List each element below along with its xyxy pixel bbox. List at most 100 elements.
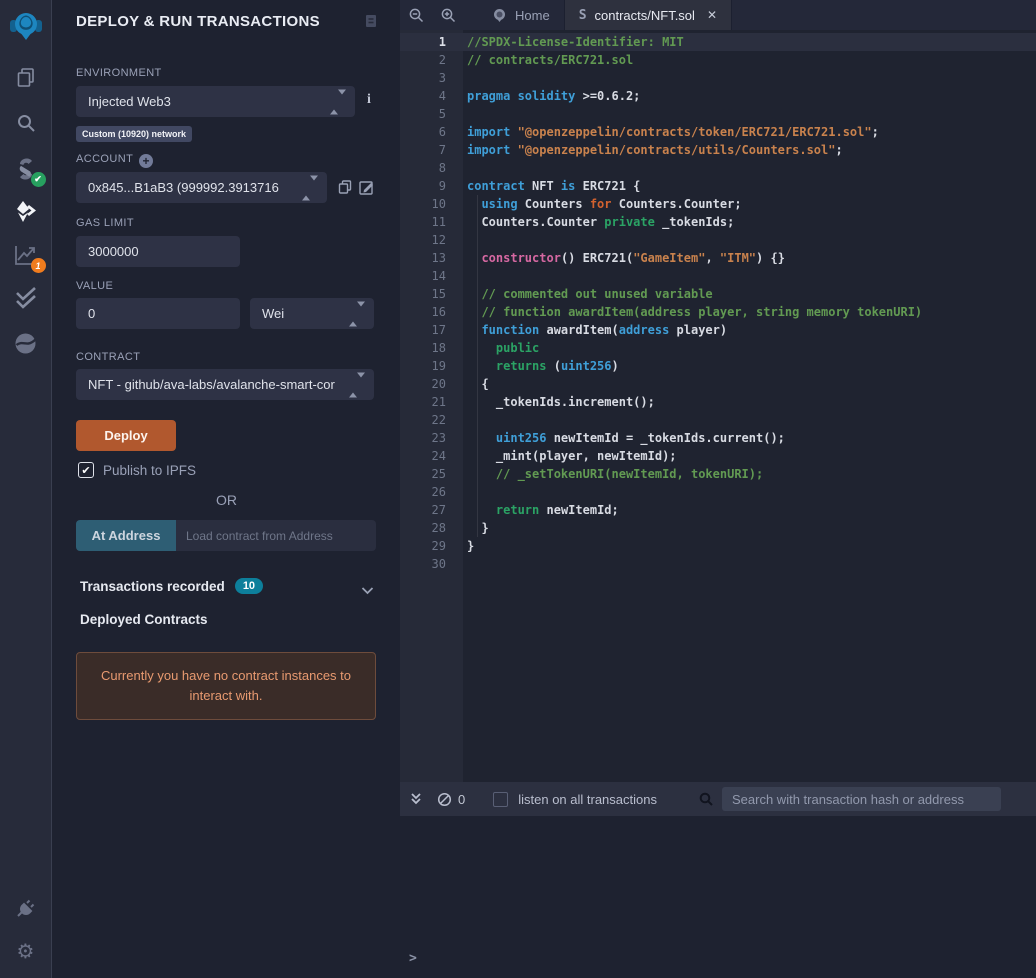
sign-message-icon[interactable] — [358, 179, 375, 201]
no-instances-alert: Currently you have no contract instances… — [76, 652, 376, 721]
code-line[interactable]: 27 return newItemId; — [400, 501, 1036, 519]
solidity-compiler-icon[interactable]: ✔ — [13, 156, 46, 187]
code-line[interactable]: 29} — [400, 537, 1036, 555]
environment-info-icon[interactable]: i — [367, 92, 371, 108]
environment-select[interactable]: Injected Web3 — [76, 86, 355, 117]
deploy-button[interactable]: Deploy — [76, 420, 176, 451]
publish-ipfs-checkbox[interactable]: ✔ — [78, 462, 94, 478]
deploy-run-icon[interactable] — [13, 198, 39, 224]
code-line[interactable]: 16 // function awardItem(address player,… — [400, 303, 1036, 321]
value-input[interactable] — [76, 298, 240, 329]
docs-book-icon[interactable] — [363, 13, 379, 34]
select-arrows-icon — [349, 301, 365, 326]
publish-ipfs-label: Publish to IPFS — [103, 462, 197, 478]
account-select[interactable]: 0x845...B1aB3 (999992.3913716 — [76, 172, 327, 203]
code-line[interactable]: 5 — [400, 105, 1036, 123]
code-line[interactable]: 22 — [400, 411, 1036, 429]
at-address-button[interactable]: At Address — [76, 520, 176, 551]
code-line[interactable]: 12 — [400, 231, 1036, 249]
analytics-icon[interactable]: 1 — [13, 242, 46, 273]
contract-label: CONTRACT — [76, 351, 141, 363]
account-label-text: ACCOUNT — [76, 153, 134, 165]
code-line[interactable]: 21 _tokenIds.increment(); — [400, 393, 1036, 411]
account-value: 0x845...B1aB3 (999992.3913716 — [88, 180, 279, 195]
code-line[interactable]: 9 contract NFT is ERC721 { — [400, 177, 1036, 195]
terminal-prompt: > — [409, 951, 417, 966]
app-logo-icon[interactable] — [8, 8, 44, 44]
file-explorer-icon[interactable] — [13, 64, 39, 90]
select-arrows-icon — [349, 372, 365, 397]
unit-testing-icon[interactable] — [13, 285, 39, 311]
deploy-run-panel: DEPLOY & RUN TRANSACTIONS ENVIRONMENT In… — [53, 0, 400, 978]
code-editor[interactable]: 1//SPDX-License-Identifier: MIT 2// contr… — [400, 30, 1036, 782]
select-arrows-icon — [330, 89, 346, 114]
code-line[interactable]: 7 import "@openzeppelin/contracts/utils/C… — [400, 141, 1036, 159]
copy-account-icon[interactable] — [337, 179, 353, 200]
code-line[interactable]: 17 function awardItem(address player) — [400, 321, 1036, 339]
tab-home[interactable]: Home — [478, 0, 565, 30]
plugin-manager-icon[interactable] — [13, 895, 39, 921]
value-label: VALUE — [76, 280, 114, 292]
code-line[interactable]: 8 — [400, 159, 1036, 177]
debugger-icon[interactable] — [13, 330, 39, 356]
editor-area: Home S contracts/NFT.sol ✕ 1//SPDX-Licen… — [400, 0, 1036, 978]
publish-ipfs-row: ✔ Publish to IPFS — [78, 462, 196, 478]
environment-label: ENVIRONMENT — [76, 67, 162, 79]
solidity-file-icon: S — [578, 7, 587, 23]
code-line[interactable]: 1//SPDX-License-Identifier: MIT — [400, 33, 1036, 51]
add-account-icon[interactable]: + — [139, 154, 154, 168]
code-line[interactable]: 28 } — [400, 519, 1036, 537]
panel-title: DEPLOY & RUN TRANSACTIONS — [76, 13, 320, 30]
select-arrows-icon — [302, 175, 318, 200]
code-line[interactable]: 20 { — [400, 375, 1036, 393]
contract-value: NFT - github/ava-labs/avalanche-smart-co… — [88, 377, 335, 392]
zoom-out-icon[interactable] — [400, 0, 432, 30]
environment-value: Injected Web3 — [88, 94, 171, 109]
search-icon[interactable] — [13, 110, 39, 136]
chevron-down-icon[interactable] — [361, 582, 374, 600]
gas-limit-input[interactable] — [76, 236, 240, 267]
code-line[interactable]: 11 Counters.Counter private _tokenIds; — [400, 213, 1036, 231]
value-unit-select[interactable]: Wei — [250, 298, 374, 329]
icon-rail: ✔ 1 ⚙ — [0, 0, 52, 978]
code-line[interactable]: 19 returns (uint256) — [400, 357, 1036, 375]
code-line[interactable]: 26 — [400, 483, 1036, 501]
code-line[interactable]: 18 public — [400, 339, 1036, 357]
code-line[interactable]: 6 import "@openzeppelin/contracts/token/E… — [400, 123, 1036, 141]
transactions-recorded-row[interactable]: Transactions recorded 10 — [80, 578, 264, 594]
contract-select[interactable]: NFT - github/ava-labs/avalanche-smart-co… — [76, 369, 374, 400]
terminal-search-icon — [698, 791, 714, 807]
expand-terminal-icon[interactable] — [409, 792, 423, 806]
tab-nft-label: contracts/NFT.sol — [594, 7, 695, 23]
terminal-output[interactable]: > — [400, 816, 1036, 978]
code-line[interactable]: 4 pragma solidity >=0.6.2; — [400, 87, 1036, 105]
listen-transactions-checkbox[interactable] — [493, 791, 509, 807]
at-address-input[interactable] — [176, 520, 376, 551]
code-line[interactable]: 3 — [400, 69, 1036, 87]
transactions-count-badge: 10 — [234, 578, 264, 594]
code-line[interactable]: 24 _mint(player, newItemId); — [400, 447, 1036, 465]
account-label: ACCOUNT + — [76, 153, 154, 168]
close-tab-icon[interactable]: ✕ — [707, 8, 717, 22]
or-divider: OR — [216, 492, 237, 508]
code-line[interactable]: 10 using Counters for Counters.Counter; — [400, 195, 1036, 213]
code-line[interactable]: 13 constructor() ERC721("GameItem", "ITM… — [400, 249, 1036, 267]
gas-limit-label: GAS LIMIT — [76, 217, 134, 229]
analytics-count-badge: 1 — [30, 258, 46, 273]
code-line[interactable]: 30 — [400, 555, 1036, 573]
network-badge: Custom (10920) network — [76, 126, 193, 142]
code-line[interactable]: 2// contracts/ERC721.sol — [400, 51, 1036, 69]
zoom-in-icon[interactable] — [432, 0, 464, 30]
terminal-search-input[interactable] — [722, 787, 1001, 811]
code-line[interactable]: 14 — [400, 267, 1036, 285]
settings-gear-icon[interactable]: ⚙ — [13, 938, 39, 964]
compiler-success-badge: ✔ — [30, 172, 46, 187]
clear-console-icon[interactable] — [437, 792, 452, 807]
code-line[interactable]: 25 // _setTokenURI(newItemId, tokenURI); — [400, 465, 1036, 483]
home-logo-icon — [494, 8, 505, 22]
value-unit: Wei — [262, 306, 285, 321]
deployed-contracts-heading: Deployed Contracts — [80, 612, 208, 627]
code-line[interactable]: 23 uint256 newItemId = _tokenIds.current… — [400, 429, 1036, 447]
code-line[interactable]: 15 // commented out unused variable — [400, 285, 1036, 303]
tab-contracts-nft-sol[interactable]: S contracts/NFT.sol ✕ — [564, 0, 732, 30]
